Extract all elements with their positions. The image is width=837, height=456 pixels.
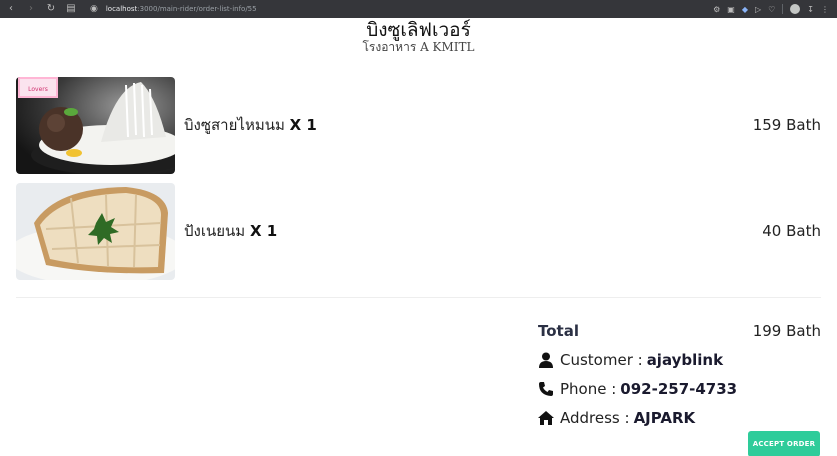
- forward-icon[interactable]: ›: [26, 0, 36, 18]
- total-label: Total: [538, 321, 579, 340]
- phone-number: 092-257-4733: [620, 379, 738, 398]
- home-icon: [538, 410, 554, 426]
- site-info-icon[interactable]: ◉: [90, 4, 98, 14]
- download-icon[interactable]: ↧: [807, 5, 814, 14]
- customer-name: ajayblink: [646, 350, 724, 369]
- url-host: localhost: [105, 5, 138, 13]
- customer-label: Customer :: [560, 350, 643, 369]
- url-text[interactable]: localhost:3000/main-rider/order-list-inf…: [106, 5, 257, 13]
- item-name-text: ปังเนยนม: [184, 222, 246, 240]
- heart-icon[interactable]: ♡: [768, 5, 775, 14]
- reload-icon[interactable]: ↻: [46, 0, 56, 18]
- item-name: ปังเนยนม X 1: [184, 219, 277, 243]
- browser-toolbar: ‹ › ↻ ▤ ◉ localhost:3000/main-rider/orde…: [0, 0, 837, 18]
- total-row: Total 199 Bath: [538, 316, 821, 345]
- item-quantity: X 1: [289, 116, 317, 134]
- order-item: ปังเนยนม X 1 40 Bath: [16, 183, 821, 280]
- browser-nav: ‹ › ↻ ▤: [6, 0, 76, 18]
- menu-icon[interactable]: ⋮: [821, 5, 829, 14]
- toolbar-divider: [782, 4, 784, 14]
- item-image-toast: [16, 183, 175, 280]
- image-logo-text: Lovers: [28, 86, 48, 93]
- item-image-bingsu: Lovers: [16, 77, 175, 174]
- phone-icon: [538, 381, 554, 397]
- user-icon: [538, 352, 554, 368]
- item-name-text: บิงซูสายไหมนม: [184, 116, 285, 134]
- url-path: :3000/main-rider/order-list-info/55: [137, 5, 257, 13]
- browser-actions: ⚙ ▣ ◆ ▷ ♡ ↧ ⋮: [713, 0, 829, 18]
- address-label: Address :: [560, 408, 630, 427]
- address-value: AJPARK: [633, 408, 696, 427]
- back-icon[interactable]: ‹: [6, 0, 16, 18]
- store-header: บิงซูเลิฟเวอร์ โรงอาหาร A KMITL: [0, 18, 837, 54]
- address-bar[interactable]: ◉ localhost:3000/main-rider/order-list-i…: [90, 4, 257, 14]
- store-location: โรงอาหาร A KMITL: [362, 40, 475, 54]
- extension-icon[interactable]: ⚙: [713, 5, 720, 14]
- send-icon[interactable]: ▷: [755, 5, 761, 14]
- address-row: Address : AJPARK: [538, 403, 821, 432]
- tab-search-icon[interactable]: ▤: [66, 0, 76, 18]
- item-quantity: X 1: [249, 222, 278, 240]
- item-price: 159 Bath: [752, 116, 821, 134]
- section-divider: [16, 297, 821, 298]
- accept-order-button[interactable]: ACCEPT ORDER: [748, 431, 820, 456]
- profile-avatar[interactable]: [790, 4, 801, 14]
- order-summary: Total 199 Bath Customer : ajayblink Phon…: [538, 316, 821, 432]
- phone-label: Phone :: [560, 379, 617, 398]
- camera-icon[interactable]: ▣: [727, 5, 735, 14]
- phone-row: Phone : 092-257-4733: [538, 374, 821, 403]
- order-item: Lovers บิงซูสายไหมนม X 1 159 Bath: [16, 77, 821, 174]
- total-value: 199 Bath: [752, 321, 821, 340]
- item-price: 40 Bath: [762, 222, 821, 240]
- customer-row: Customer : ajayblink: [538, 345, 821, 374]
- shield-icon[interactable]: ◆: [742, 5, 748, 14]
- item-name: บิงซูสายไหมนม X 1: [184, 113, 317, 137]
- store-name: บิงซูเลิฟเวอร์: [366, 19, 471, 41]
